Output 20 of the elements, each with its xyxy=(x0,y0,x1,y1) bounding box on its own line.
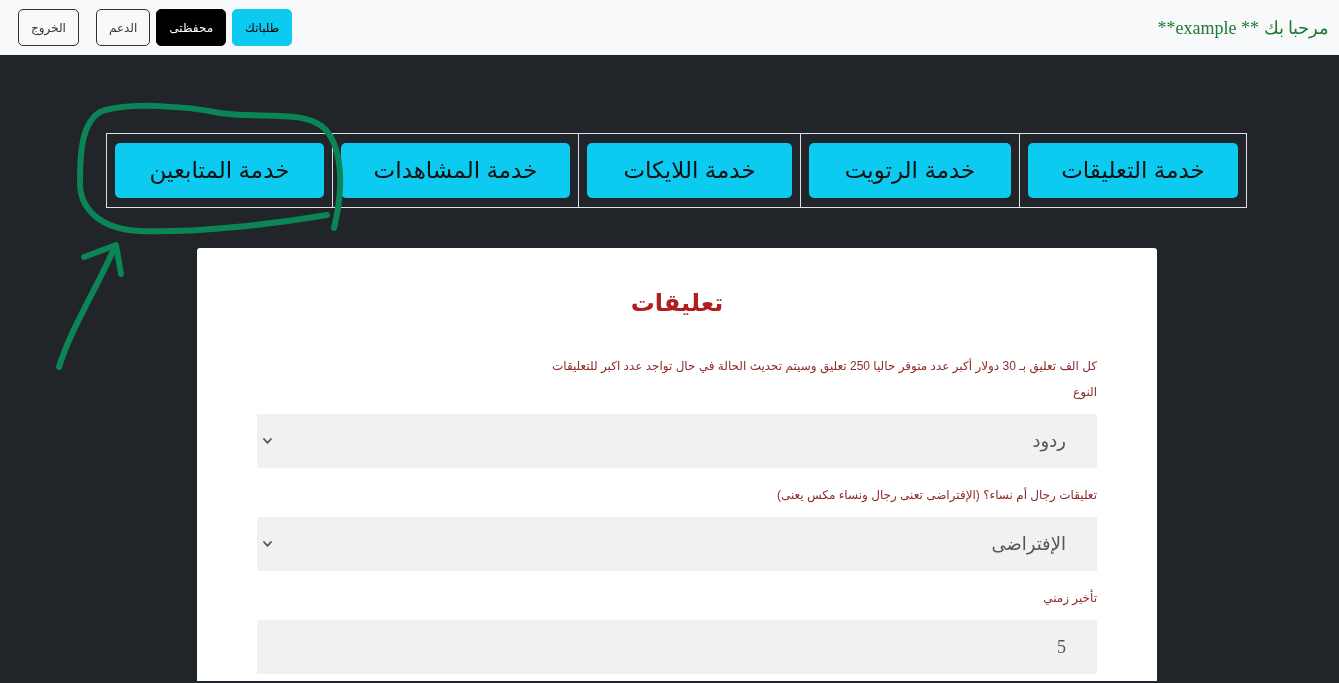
service-button[interactable]: خدمة اللايكات xyxy=(587,143,792,198)
nav-button[interactable]: الخروج xyxy=(18,9,79,46)
chevron-down-icon xyxy=(263,438,272,444)
orders-button[interactable]: طلباتك xyxy=(232,9,293,46)
service-button[interactable]: خدمة الرتويت xyxy=(809,143,1011,198)
dropdown[interactable]: الإفتراضى xyxy=(257,517,1097,571)
field-label: تعليقات رجال أم نساء؟ (الإفتراضى تعنى رجال ونساء مكس يعنى) xyxy=(775,486,1097,505)
dropdown[interactable]: ردود xyxy=(257,414,1097,468)
form-title: تعليقات xyxy=(629,288,725,318)
service-button[interactable]: خدمة المشاهدات xyxy=(341,143,570,198)
wallet-button[interactable]: محفظتى xyxy=(156,9,227,46)
welcome-text: مرحبا بك ** example** xyxy=(1157,16,1329,39)
service-button[interactable]: خدمة التعليقات xyxy=(1028,143,1238,198)
nav-button[interactable]: الدعم xyxy=(95,9,151,46)
input-field[interactable]: 5 xyxy=(257,620,1097,674)
field-label: تأخير زمني xyxy=(1042,588,1097,607)
description-text: كل الف تعليق بـ 30 دولار أكبر عدد متوفر حاليا 250 تعليق وسيتم تحديث الحالة في حال تواجد عدد اكبر للتعليقات xyxy=(550,357,1097,376)
service-button[interactable]: خدمة المتابعين xyxy=(115,143,324,198)
chevron-down-icon xyxy=(263,541,272,547)
field-label: النوع xyxy=(1072,384,1097,401)
